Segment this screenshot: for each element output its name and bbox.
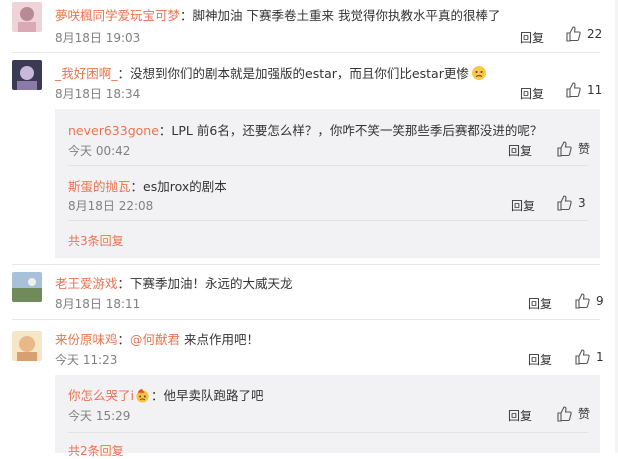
like-button[interactable]: 9	[574, 293, 604, 309]
mention-link[interactable]: @何猷君	[130, 332, 180, 347]
thumbs-up-icon	[556, 405, 572, 422]
timestamp: 8月18日 22:08	[68, 199, 154, 213]
username[interactable]: 斯蛋的抛瓦	[68, 179, 131, 194]
divider	[68, 165, 588, 166]
divider	[12, 319, 600, 320]
reply-button[interactable]: 回复	[520, 85, 544, 102]
reply-button[interactable]: 回复	[508, 142, 532, 159]
timestamp: 8月18日 18:11	[55, 297, 141, 311]
thumbs-up-icon	[556, 195, 572, 211]
comment-text: 脚神加油 下赛季卷土重来 我觉得你执教水平真的很棒了	[192, 8, 501, 23]
reply-button[interactable]: 回复	[520, 29, 544, 46]
comment-text: 没想到你们的剧本就是加强版的estar，而且你们比estar更惨	[130, 66, 469, 81]
avatar[interactable]	[12, 2, 42, 32]
reply-button[interactable]: 回复	[511, 197, 535, 214]
username[interactable]: 老王爱游戏	[55, 276, 118, 291]
subreply-line: 你怎么哭了i ：他早卖队跑路了吧	[68, 388, 264, 403]
thumbs-up-icon	[565, 26, 581, 42]
like-count: 3	[578, 196, 586, 210]
username[interactable]: 来份原味鸡	[55, 332, 118, 347]
subreply-text: es加rox的剧本	[143, 179, 227, 194]
username[interactable]: 夢咲楓同学爱玩宝可梦	[55, 8, 180, 23]
reply-button[interactable]: 回复	[528, 295, 552, 312]
avatar[interactable]	[12, 272, 42, 302]
like-label: 赞	[578, 407, 591, 421]
timestamp: 今天 11:23	[55, 353, 118, 367]
timestamp: 8月18日 18:34	[55, 87, 141, 101]
comment-text: 下赛季加油！永远的大威天龙	[130, 276, 293, 291]
avatar[interactable]	[12, 331, 42, 361]
divider	[68, 220, 588, 221]
divider	[12, 52, 600, 53]
username[interactable]: _我好困啊_	[55, 66, 118, 81]
reply-button[interactable]: 回复	[528, 351, 552, 368]
like-button[interactable]: 1	[574, 349, 604, 365]
more-replies-link[interactable]: 共2条回复	[68, 442, 124, 459]
more-replies-link[interactable]: 共3条回复	[68, 232, 124, 249]
avatar[interactable]	[12, 60, 42, 90]
comment-line: _我好困啊_：没想到你们的剧本就是加强版的estar，而且你们比estar更惨	[55, 63, 487, 82]
like-label: 赞	[578, 142, 591, 156]
divider	[68, 432, 588, 433]
username[interactable]: 你怎么哭了i	[68, 388, 134, 403]
like-button[interactable]: 赞	[556, 140, 590, 157]
comment-line: 老王爱游戏：下赛季加油！永远的大威天龙	[55, 276, 293, 291]
flame-face-emoji	[134, 388, 151, 403]
like-button[interactable]: 赞	[556, 405, 590, 422]
subreply-text: 他早卖队跑路了吧	[163, 388, 264, 403]
timestamp: 8月18日 19:03	[55, 31, 141, 45]
comment-line: 来份原味鸡：@何猷君 来点作用吧！	[55, 332, 260, 347]
reply-button[interactable]: 回复	[508, 407, 532, 424]
comment-text: 来点作用吧！	[184, 332, 260, 347]
thumbs-up-icon	[574, 293, 590, 309]
thumbs-up-icon	[565, 82, 581, 98]
like-button[interactable]: 22	[565, 26, 602, 42]
thumbs-up-icon	[556, 140, 572, 157]
comment-line: 夢咲楓同学爱玩宝可梦：脚神加油 下赛季卷土重来 我觉得你执教水平真的很棒了	[55, 8, 501, 23]
like-button[interactable]: 3	[556, 195, 586, 211]
divider	[12, 264, 600, 265]
thumbs-up-icon	[574, 349, 590, 365]
like-count: 9	[596, 294, 604, 308]
subreply-text: LPL 前6名，还要怎么样？，你咋不笑一笑那些季后赛都没进的呢？	[171, 123, 543, 138]
like-count: 22	[587, 27, 603, 41]
username[interactable]: never633gone	[68, 123, 159, 138]
like-button[interactable]: 11	[565, 82, 602, 98]
subreply-line: 斯蛋的抛瓦：es加rox的剧本	[68, 179, 227, 194]
subreply-line: never633gone：LPL 前6名，还要怎么样？，你咋不笑一笑那些季后赛都…	[68, 123, 543, 138]
timestamp: 今天 00:42	[68, 144, 131, 158]
like-count: 1	[596, 350, 604, 364]
timestamp: 今天 15:29	[68, 409, 131, 423]
sad-face-emoji	[469, 66, 487, 81]
like-count: 11	[587, 83, 603, 97]
